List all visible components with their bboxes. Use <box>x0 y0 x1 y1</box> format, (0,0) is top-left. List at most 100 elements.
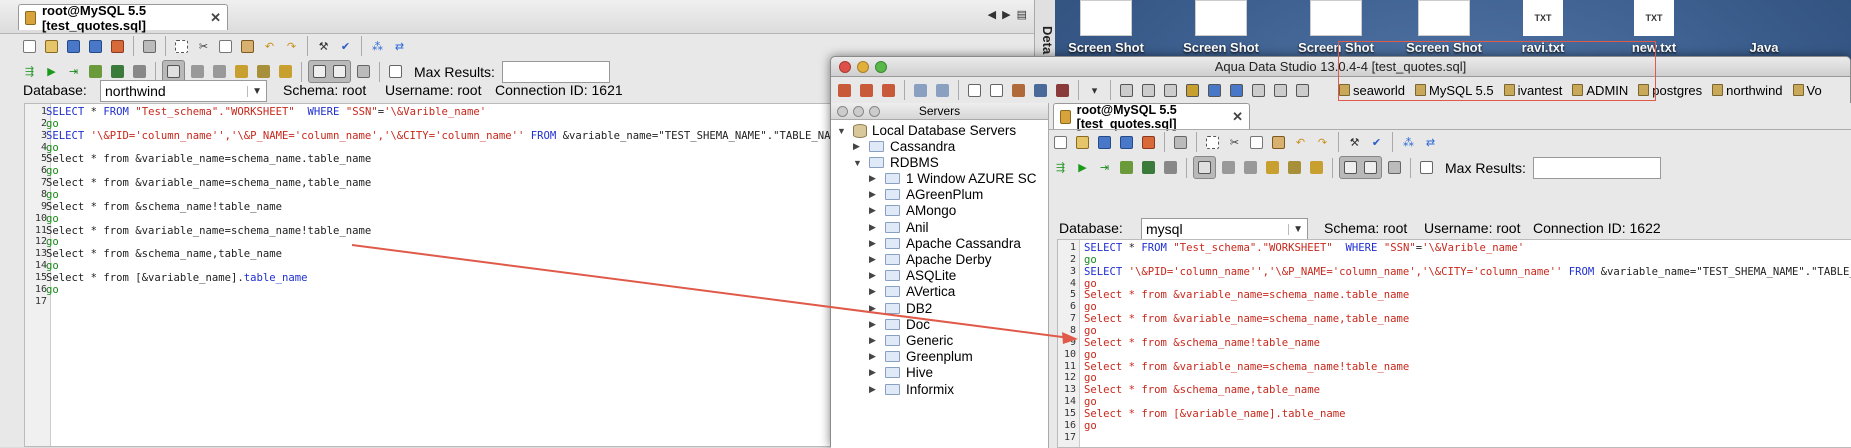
sql-editor[interactable]: 1 2 3 4 5 6 7 8 9 10 11 12 13 14 15 16 17 SELECT * FROM "… <box>1057 239 1851 448</box>
zoom-window-button[interactable] <box>875 61 887 73</box>
wrench-icon[interactable]: ⚒ <box>1345 133 1364 152</box>
database-select[interactable]: mysql ▼ <box>1141 218 1308 240</box>
wrench-icon[interactable]: ⚒ <box>314 37 333 56</box>
commit-back-icon[interactable] <box>210 62 229 81</box>
redo-icon[interactable]: ↷ <box>1313 133 1332 152</box>
bookmark-icon[interactable] <box>1285 158 1304 177</box>
tile-icon[interactable] <box>1139 81 1158 100</box>
cascade-icon[interactable] <box>1161 81 1180 100</box>
check-icon[interactable]: ✔ <box>336 37 355 56</box>
tools-dropdown-icon[interactable]: ▾ <box>1085 81 1104 100</box>
find-icon[interactable] <box>1203 133 1222 152</box>
max-results-input[interactable] <box>501 60 610 83</box>
triangle-right-icon[interactable]: ▶ <box>869 238 879 249</box>
results-options-icon[interactable] <box>1385 158 1404 177</box>
tab-query[interactable]: root@MySQL 5.5 [test_quotes.sql] ✕ <box>1053 103 1250 131</box>
export-icon[interactable] <box>1139 133 1158 152</box>
minimize-panel-icon[interactable] <box>853 106 864 117</box>
new-file-icon[interactable] <box>20 37 39 56</box>
open-folder-icon[interactable] <box>42 37 61 56</box>
execute-file-icon[interactable] <box>1139 158 1158 177</box>
triangle-right-icon[interactable]: ▶ <box>869 367 879 378</box>
format-icon[interactable]: ⁂ <box>1399 133 1418 152</box>
triangle-right-icon[interactable]: ▶ <box>869 351 879 362</box>
triangle-right-icon[interactable]: ▶ <box>869 189 879 200</box>
layout-6-icon[interactable] <box>1293 81 1312 100</box>
print-icon[interactable] <box>140 37 159 56</box>
compare-icon[interactable]: ⇄ <box>390 37 409 56</box>
layout-2-icon[interactable] <box>1205 81 1224 100</box>
commit-back-icon[interactable] <box>1241 158 1260 177</box>
layout-3-icon[interactable] <box>1227 81 1246 100</box>
undo-icon[interactable]: ↶ <box>1291 133 1310 152</box>
connection-item[interactable]: northwind <box>1712 83 1783 98</box>
history-icon[interactable] <box>232 62 251 81</box>
max-results-input[interactable] <box>1532 156 1661 179</box>
query-window-icon[interactable] <box>965 81 984 100</box>
rollback-icon[interactable] <box>188 62 207 81</box>
paste-icon[interactable] <box>238 37 257 56</box>
close-window-button[interactable] <box>839 61 851 73</box>
execute-all-icon[interactable]: ⇶ <box>20 62 39 81</box>
execute-current-icon[interactable]: ⇥ <box>64 62 83 81</box>
save-icon[interactable] <box>1095 133 1114 152</box>
layout-4-icon[interactable] <box>1249 81 1268 100</box>
results-layout-toggle[interactable] <box>308 60 351 83</box>
find-icon[interactable] <box>172 37 191 56</box>
maximize-panel-icon[interactable] <box>869 106 880 117</box>
query-builder-icon[interactable] <box>1307 158 1326 177</box>
desktop-icon-image[interactable]: Screen Shot <box>1175 0 1267 60</box>
execute-icon[interactable]: ▶ <box>1073 158 1092 177</box>
copy-icon[interactable] <box>216 37 235 56</box>
query-builder-icon[interactable] <box>276 62 295 81</box>
remove-server-icon[interactable] <box>879 81 898 100</box>
register-server-icon[interactable] <box>835 81 854 100</box>
desktop-icon-image[interactable]: Screen Shot <box>1060 0 1152 60</box>
desktop-icon-folder[interactable]: Java <box>1718 0 1810 60</box>
connection-item[interactable]: Vo <box>1792 83 1822 98</box>
cut-icon[interactable]: ✂ <box>194 37 213 56</box>
document-icon[interactable] <box>1417 158 1436 177</box>
database-select[interactable]: northwind ▼ <box>100 80 267 102</box>
layout-1-icon[interactable] <box>1183 81 1202 100</box>
triangle-down-icon[interactable]: ▼ <box>853 158 863 168</box>
explain-plan-icon[interactable] <box>1117 158 1136 177</box>
compare-tool-icon[interactable] <box>1031 81 1050 100</box>
list-icon[interactable]: ▤ <box>1017 8 1027 21</box>
minimize-window-button[interactable] <box>857 61 869 73</box>
results-options-icon[interactable] <box>354 62 373 81</box>
document-icon[interactable] <box>386 62 405 81</box>
tab-query[interactable]: root@MySQL 5.5 [test_quotes.sql] ✕ <box>18 3 228 33</box>
arrow-left-icon[interactable]: ◀ <box>988 8 996 21</box>
triangle-right-icon[interactable]: ▶ <box>869 205 879 216</box>
edit-server-icon[interactable] <box>857 81 876 100</box>
triangle-right-icon[interactable]: ▶ <box>869 335 879 346</box>
execute-all-icon[interactable]: ⇶ <box>1051 158 1070 177</box>
layout-5-icon[interactable] <box>1271 81 1290 100</box>
er-modeler-icon[interactable] <box>1009 81 1028 100</box>
triangle-right-icon[interactable]: ▶ <box>869 303 879 314</box>
cut-icon[interactable]: ✂ <box>1225 133 1244 152</box>
history-icon[interactable] <box>1263 158 1282 177</box>
explain-plan-icon[interactable] <box>86 62 105 81</box>
open-folder-icon[interactable] <box>1073 133 1092 152</box>
results-layout-toggle[interactable] <box>1339 156 1382 179</box>
copy-icon[interactable] <box>1247 133 1266 152</box>
check-icon[interactable]: ✔ <box>1367 133 1386 152</box>
close-icon[interactable]: ✕ <box>1232 109 1243 125</box>
paste-icon[interactable] <box>1269 133 1288 152</box>
triangle-right-icon[interactable]: ▶ <box>869 173 879 184</box>
arrow-right-icon[interactable]: ▶ <box>1002 8 1010 21</box>
triangle-right-icon[interactable]: ▶ <box>869 270 879 281</box>
close-panel-icon[interactable] <box>837 106 848 117</box>
triangle-right-icon[interactable]: ▶ <box>869 384 879 395</box>
auto-commit-toggle[interactable] <box>1193 156 1216 179</box>
triangle-right-icon[interactable]: ▶ <box>853 141 863 152</box>
redo-icon[interactable]: ↷ <box>282 37 301 56</box>
triangle-right-icon[interactable]: ▶ <box>869 254 879 265</box>
export-icon[interactable] <box>108 37 127 56</box>
print-icon[interactable] <box>1171 133 1190 152</box>
connect-icon[interactable] <box>911 81 930 100</box>
execute-file-icon[interactable] <box>108 62 127 81</box>
query-analyzer-icon[interactable] <box>987 81 1006 100</box>
